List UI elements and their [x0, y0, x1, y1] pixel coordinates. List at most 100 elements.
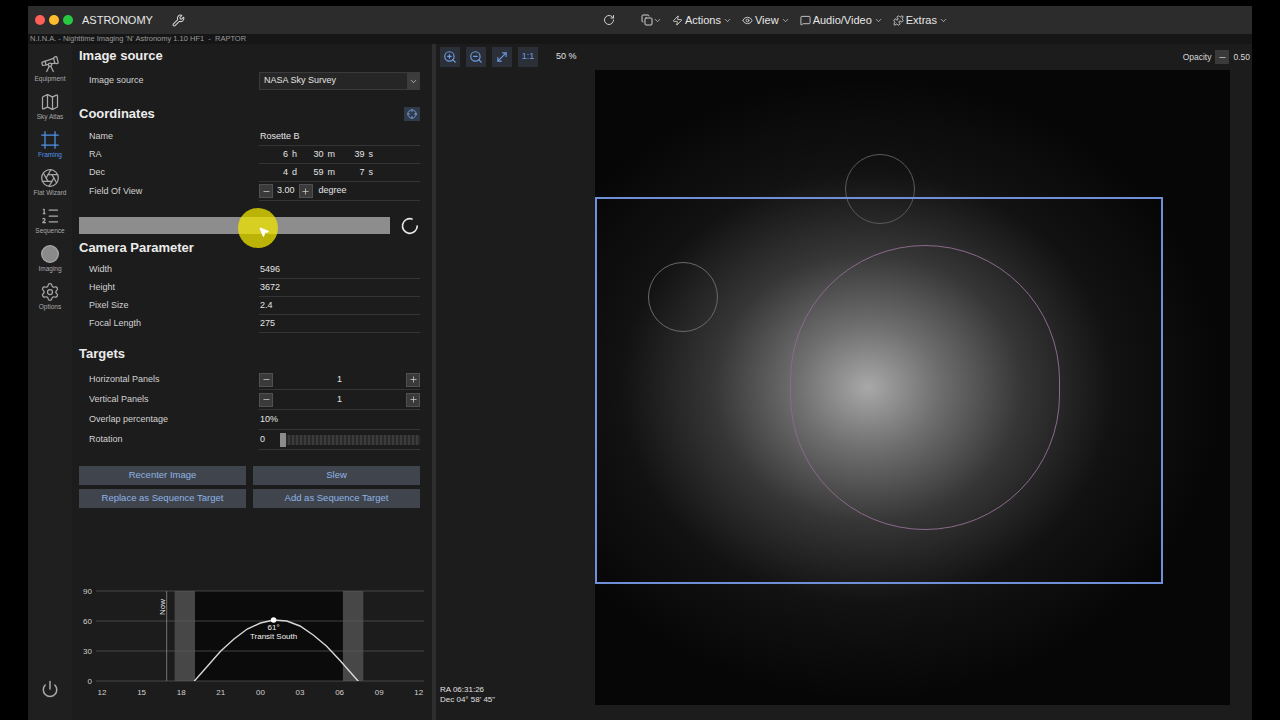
rotation-slider[interactable]	[280, 435, 420, 445]
field-label: Height	[89, 281, 259, 295]
nav-item[interactable]: Options	[28, 282, 72, 314]
progress-bar	[79, 217, 390, 234]
image-source-select[interactable]: NASA Sky Survey	[259, 72, 420, 90]
field-value[interactable]: 1	[259, 390, 420, 410]
stepper-value[interactable]: 1	[273, 393, 406, 407]
action-button[interactable]: Add as Sequence Target	[253, 489, 420, 508]
action-button[interactable]: Slew	[253, 466, 420, 485]
field-label: Image source	[89, 74, 259, 88]
fit-button[interactable]	[492, 47, 512, 67]
opacity-label: Opacity	[1183, 51, 1212, 64]
increment-button[interactable]	[406, 373, 420, 387]
title-bar: ASTRONOMYActionsViewAudio/VideoExtras	[28, 6, 1252, 34]
increment-button[interactable]	[299, 184, 313, 198]
transit-point	[271, 617, 277, 623]
section-heading: Image source	[79, 48, 420, 64]
action-button[interactable]: Recenter Image	[79, 466, 246, 485]
nav-item[interactable]: Flat Wizard	[28, 168, 72, 200]
zoom-out-icon	[469, 50, 483, 64]
tools-icon[interactable]	[172, 14, 185, 27]
field-row: Focal Length275	[79, 315, 420, 333]
coordinate-part[interactable]: 7s	[335, 166, 373, 180]
field-value[interactable]: 2.4	[259, 297, 420, 315]
field-value[interactable]: 6h30m39s	[259, 146, 420, 164]
grid-line	[96, 651, 424, 652]
menu-item[interactable]: Extras	[893, 12, 948, 29]
framing-rectangle[interactable]	[595, 197, 1163, 584]
field-row: Width5496	[79, 261, 420, 279]
coordinate-part[interactable]: 30m	[297, 148, 335, 162]
copy-icon	[641, 14, 653, 26]
coordinate-part[interactable]: 6h	[259, 148, 297, 162]
sky-image[interactable]	[595, 70, 1230, 705]
stepper-value[interactable]: 1	[273, 373, 406, 387]
slider-thumb[interactable]	[280, 433, 286, 447]
zoom-in-button[interactable]	[440, 47, 460, 67]
grid-line	[96, 591, 424, 592]
nav-item[interactable]: Equipment	[28, 54, 72, 86]
field-row: RA6h30m39s	[79, 146, 420, 164]
nav-item[interactable]: Sequence	[28, 206, 72, 238]
minimize-button[interactable]	[49, 15, 59, 25]
field-label: Focal Length	[89, 317, 259, 331]
mouse-pointer-icon	[258, 226, 270, 238]
field-value[interactable]: 3.00degree	[259, 182, 420, 201]
cursor-coordinates: RA 06:31:26Dec 04° 58' 45"	[440, 685, 495, 705]
decrement-button[interactable]	[259, 373, 273, 387]
fov-value[interactable]: 3.00	[277, 184, 295, 198]
decrement-button[interactable]	[259, 184, 273, 198]
coordinate-part[interactable]: 59m	[297, 166, 335, 180]
field-value[interactable]: 5496	[259, 261, 420, 279]
plot-area	[96, 591, 424, 681]
field-value[interactable]: 275	[259, 315, 420, 333]
menu-item[interactable]: View	[742, 12, 790, 29]
x-tick: 03	[296, 688, 305, 697]
field-value[interactable]: 10%	[259, 410, 420, 430]
decrement-button[interactable]	[259, 393, 273, 407]
action-buttons: Recenter Image Slew Replace as Sequence Ta…	[79, 466, 420, 508]
field-label: Rotation	[89, 433, 259, 447]
maximize-button[interactable]	[63, 15, 73, 25]
coordinate-part[interactable]: 4d	[259, 166, 297, 180]
refresh-icon[interactable]	[603, 14, 615, 26]
action-button[interactable]: Replace as Sequence Target	[79, 489, 246, 508]
screen: ASTRONOMYActionsViewAudio/VideoExtrasN.I…	[0, 0, 1280, 720]
coordinate-part[interactable]: 39s	[335, 148, 373, 162]
twilight-band	[175, 591, 195, 681]
nav-item[interactable]: Imaging	[28, 244, 72, 276]
nav-item[interactable]: Sky Atlas	[28, 92, 72, 124]
opacity-decrement[interactable]	[1215, 50, 1229, 64]
field-value[interactable]: 0	[259, 430, 420, 450]
power-icon[interactable]	[41, 680, 59, 698]
menu-bar: Actions View Audio/Video Extras	[672, 12, 948, 29]
nav-sidebar: Equipment Sky Atlas Framing Flat Wizard Sequ…	[28, 44, 72, 720]
field-row: Vertical Panels 1	[79, 390, 420, 410]
plus-icon	[301, 187, 310, 196]
menu-item[interactable]: Actions	[672, 12, 732, 29]
zoom-out-button[interactable]	[466, 47, 486, 67]
field-label: Overlap percentage	[89, 413, 259, 427]
now-label: Now	[158, 599, 167, 615]
field-label: Vertical Panels	[89, 393, 259, 407]
section-heading: Targets	[79, 346, 420, 362]
opacity-value[interactable]: 0.50	[1233, 51, 1250, 64]
menu-item[interactable]: Audio/Video	[800, 12, 883, 29]
copy-menu[interactable]	[641, 14, 662, 26]
field-row: Horizontal Panels1	[79, 370, 420, 390]
locate-button[interactable]	[404, 107, 420, 121]
camera-list: Width5496Height3672Pixel Size2.4Focal Le…	[79, 261, 420, 333]
field-value[interactable]: 4d59m7s	[259, 164, 420, 182]
object-outline	[648, 262, 718, 332]
one-to-one-button[interactable]: 1:1	[518, 47, 538, 67]
x-tick: 12	[98, 688, 107, 697]
field-value[interactable]: 1	[259, 370, 420, 390]
peak-caption: Transit South	[250, 632, 297, 641]
viewer-toolbar: 1:150 %Opacity0.50	[436, 44, 1252, 70]
field-value[interactable]: Rosette B	[259, 128, 420, 146]
close-button[interactable]	[35, 15, 45, 25]
nav-item[interactable]: Framing	[28, 130, 72, 162]
field-value[interactable]: 3672	[259, 279, 420, 297]
increment-button[interactable]	[406, 393, 420, 407]
dropdown-icon	[409, 77, 418, 86]
y-tick: 60	[83, 617, 92, 626]
